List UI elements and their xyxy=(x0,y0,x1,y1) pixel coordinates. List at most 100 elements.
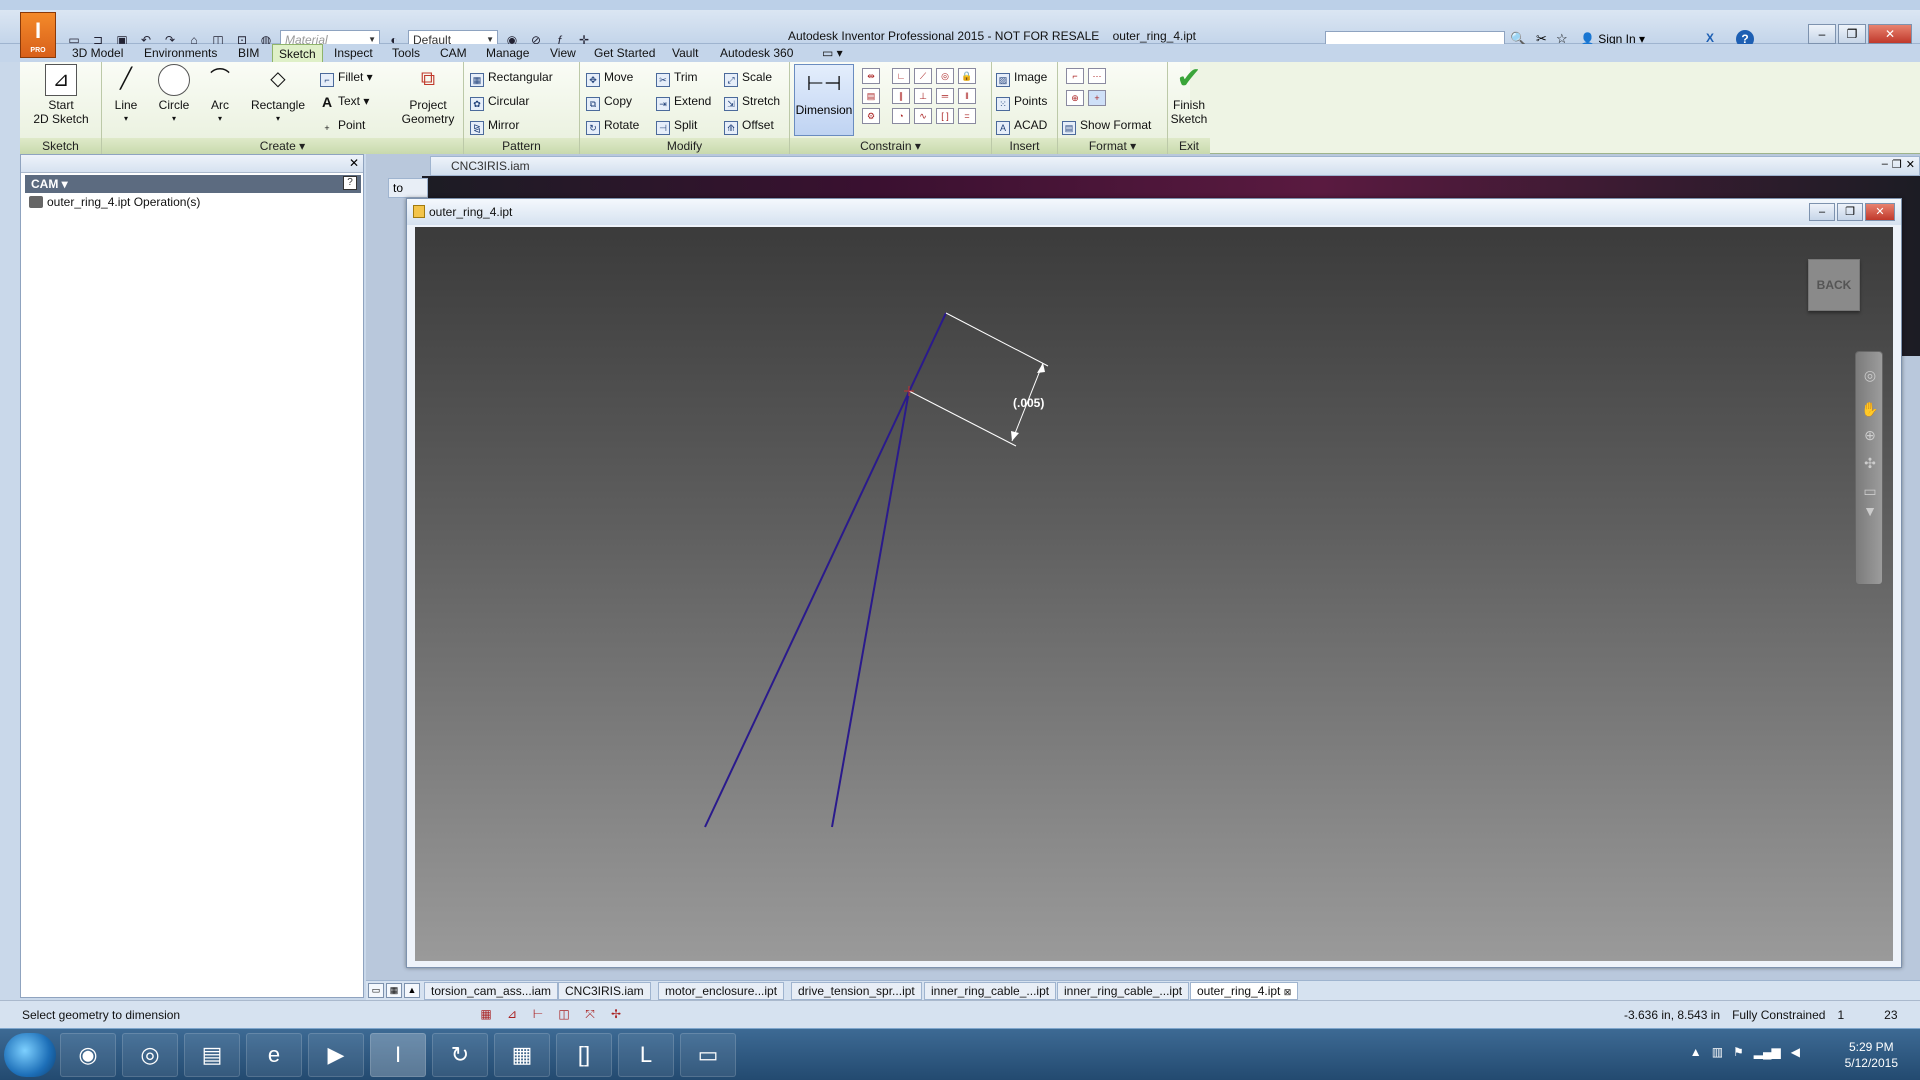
dimension-value[interactable]: (.005) xyxy=(1013,396,1044,410)
collinear-icon[interactable]: ⟋ xyxy=(914,68,932,84)
tab-sketch[interactable]: Sketch xyxy=(272,44,323,62)
ipython-icon[interactable]: [] xyxy=(556,1033,612,1077)
sketch-line-right[interactable] xyxy=(831,390,910,828)
sketch-canvas[interactable]: (.005) xyxy=(415,227,1893,961)
center-point-icon[interactable]: ⊕ xyxy=(1066,90,1084,106)
tab-autodesk-360[interactable]: Autodesk 360 xyxy=(714,44,799,62)
tab-tools[interactable]: Tools xyxy=(386,44,426,62)
tile-vertical-icon[interactable]: ▦ xyxy=(386,983,402,998)
help-icon[interactable]: ? xyxy=(343,176,357,190)
relax-mode-icon[interactable]: ✢ xyxy=(606,1005,626,1023)
trim-button[interactable]: ✂ Trim xyxy=(656,68,698,87)
file-explorer-icon[interactable]: ▤ xyxy=(184,1033,240,1077)
doc-tab[interactable]: drive_tension_spr...ipt xyxy=(791,982,922,1000)
graphics-viewport[interactable]: (.005) BACK ◎ ✋ ⊕ ✣ ▭ ▼ xyxy=(415,227,1893,961)
arc-button[interactable]: ⌒ Arc ▾ xyxy=(200,64,240,126)
background-window-tab[interactable]: to xyxy=(388,178,428,198)
doc-tab[interactable]: torsion_cam_ass...iam xyxy=(424,982,559,1000)
sync-icon[interactable]: ↻ xyxy=(432,1033,488,1077)
calculator-icon[interactable]: ▦ xyxy=(494,1033,550,1077)
extend-button[interactable]: ⇥ Extend xyxy=(656,92,711,111)
driven-dimension-icon[interactable]: + xyxy=(1088,90,1106,106)
doc-tab-active[interactable]: outer_ring_4.ipt ⊠ xyxy=(1190,982,1299,1000)
panel-label-format[interactable]: Format ▾ xyxy=(1058,138,1167,154)
flag-icon[interactable]: ⚑ xyxy=(1733,1045,1744,1059)
offset-button[interactable]: ⟰ Offset xyxy=(724,116,774,135)
scale-button[interactable]: ⤢ Scale xyxy=(724,68,772,87)
exchange-icon[interactable]: X xyxy=(1706,31,1714,45)
circle-button[interactable]: Circle ▾ xyxy=(154,64,194,126)
tab-view[interactable]: View xyxy=(544,44,582,62)
minimize-icon[interactable]: – xyxy=(1882,158,1888,171)
start-2d-sketch-button[interactable]: ⊿ Start 2D Sketch xyxy=(26,64,96,126)
stretch-button[interactable]: ⇲ Stretch xyxy=(724,92,780,111)
circular-pattern-button[interactable]: ✿ Circular xyxy=(470,92,529,111)
constraint-inference-icon[interactable]: ⊿ xyxy=(502,1005,522,1023)
rectangle-button[interactable]: ◇ Rectangle ▾ xyxy=(248,64,308,126)
signal-icon[interactable]: ▂▄▆ xyxy=(1754,1045,1781,1059)
restore-button[interactable]: ❐ xyxy=(1838,24,1866,44)
text-button[interactable]: A Text ▾ xyxy=(320,92,369,110)
close-icon[interactable]: ✕ xyxy=(1906,158,1915,171)
vertical-icon[interactable]: ‖ xyxy=(958,88,976,104)
open-documents-icon[interactable]: ▲ xyxy=(404,983,420,998)
viewcube-back-face[interactable]: BACK xyxy=(1808,259,1860,311)
inventor-logo[interactable]: I PRO xyxy=(20,12,56,58)
part-close-button[interactable]: ✕ xyxy=(1865,203,1895,221)
internet-explorer-icon[interactable]: e xyxy=(246,1033,302,1077)
volume-icon[interactable]: ◀ xyxy=(1791,1045,1800,1059)
part-restore-button[interactable]: ❐ xyxy=(1837,203,1863,221)
zoom-icon[interactable]: ⊕ xyxy=(1861,426,1879,444)
media-player-icon[interactable]: ▶ xyxy=(308,1033,364,1077)
part-window-titlebar[interactable]: outer_ring_4.ipt – ❐ ✕ xyxy=(407,199,1901,225)
tab-vault[interactable]: Vault xyxy=(666,44,704,62)
chrome-icon[interactable]: ◎ xyxy=(122,1033,178,1077)
finish-sketch-button[interactable]: ✔ Finish Sketch xyxy=(1168,64,1210,127)
tab-cam[interactable]: CAM xyxy=(434,44,473,62)
minimize-button[interactable]: – xyxy=(1808,24,1836,44)
part-minimize-button[interactable]: – xyxy=(1809,203,1835,221)
tile-horizontal-icon[interactable]: ▭ xyxy=(368,983,384,998)
move-button[interactable]: ✥ Move xyxy=(586,68,633,87)
dimension-button[interactable]: ⊢⊣ Dimension xyxy=(794,64,854,136)
start-button[interactable] xyxy=(4,1033,56,1077)
tab-manage[interactable]: Manage xyxy=(480,44,535,62)
show-constraints-status-icon[interactable]: ◫ xyxy=(554,1005,574,1023)
clock[interactable]: 5:29 PM 5/12/2015 xyxy=(1845,1039,1898,1071)
close-icon[interactable]: ✕ xyxy=(349,156,359,170)
concentric-icon[interactable]: ◎ xyxy=(936,68,954,84)
doc-tab[interactable]: CNC3IRIS.iam xyxy=(558,982,651,1000)
assembly-window-titlebar[interactable]: CNC3IRIS.iam – ❐ ✕ xyxy=(430,156,1920,176)
centerline-icon[interactable]: ⋯ xyxy=(1088,68,1106,84)
ribbon-options-icon[interactable]: ▭ ▾ xyxy=(816,44,849,62)
show-constraints-icon[interactable]: ▤ xyxy=(862,88,880,104)
tree-item-operations[interactable]: outer_ring_4.ipt Operation(s) xyxy=(29,195,200,209)
close-tab-icon[interactable]: ⊠ xyxy=(1284,987,1292,997)
pan-icon[interactable]: ✋ xyxy=(1861,400,1879,418)
constraint-settings-icon[interactable]: ⚙ xyxy=(862,108,880,124)
mirror-button[interactable]: ⧎ Mirror xyxy=(470,116,519,135)
auto-dimension-icon[interactable]: ⇹ xyxy=(862,68,880,84)
coincident-icon[interactable]: ∟ xyxy=(892,68,910,84)
point-button[interactable]: + Point xyxy=(320,116,365,134)
parallel-icon[interactable]: ∥ xyxy=(892,88,910,104)
degrees-of-freedom-icon[interactable]: ⤧ xyxy=(580,1005,600,1023)
horizontal-icon[interactable]: ═ xyxy=(936,88,954,104)
construction-icon[interactable]: ⌐ xyxy=(1066,68,1084,84)
show-hidden-icon[interactable]: ▲ xyxy=(1690,1045,1702,1059)
look-at-icon[interactable]: ▭ xyxy=(1861,482,1879,500)
equal-icon[interactable]: = xyxy=(958,108,976,124)
rotate-button[interactable]: ↻ Rotate xyxy=(586,116,639,135)
insert-points-button[interactable]: ⁙ Points xyxy=(996,92,1047,111)
tab-inspect[interactable]: Inspect xyxy=(328,44,379,62)
line-button[interactable]: ╱ Line ▾ xyxy=(106,64,146,126)
inventor-taskbar-icon[interactable]: I xyxy=(370,1033,426,1077)
restore-icon[interactable]: ❐ xyxy=(1892,158,1902,171)
network-icon[interactable]: ▥ xyxy=(1712,1045,1723,1059)
tab-3d-model[interactable]: 3D Model xyxy=(66,44,129,62)
copy-button[interactable]: ⧉ Copy xyxy=(586,92,632,111)
split-button[interactable]: ⊣ Split xyxy=(656,116,697,135)
doc-tab[interactable]: inner_ring_cable_...ipt xyxy=(924,982,1057,1000)
grid-snap-icon[interactable]: ▦ xyxy=(476,1005,496,1023)
tab-get-started[interactable]: Get Started xyxy=(588,44,661,62)
